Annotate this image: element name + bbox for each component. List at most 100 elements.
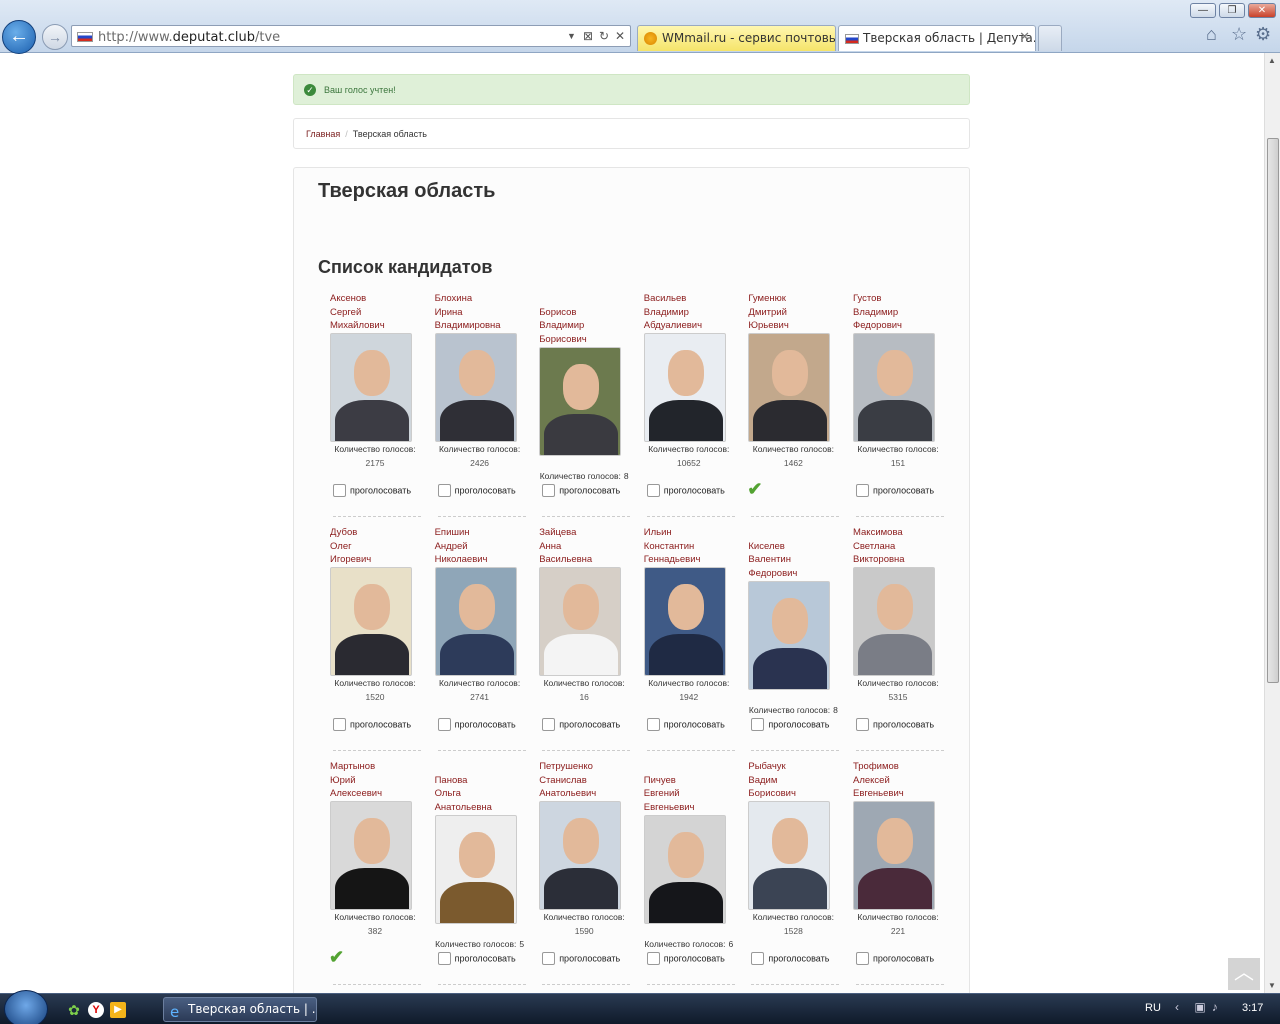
close-window-button[interactable]: ✕ [1248, 3, 1276, 18]
candidate-photo[interactable] [539, 801, 622, 910]
start-button[interactable] [4, 990, 48, 1024]
vote-checkbox[interactable]: проголосовать [751, 718, 829, 731]
candidate-photo[interactable] [748, 580, 831, 690]
candidate-name-link[interactable]: Борисов Владимир Борисович [539, 306, 634, 347]
vote-checkbox[interactable]: проголосовать [542, 484, 620, 497]
candidate-photo[interactable] [330, 801, 412, 910]
vote-checkbox[interactable]: проголосовать [856, 484, 934, 497]
checkbox[interactable] [751, 952, 765, 965]
candidate-name-link[interactable]: Блохина Ирина Владимировна [435, 292, 530, 333]
checkbox[interactable] [437, 484, 451, 497]
vote-checkbox[interactable]: проголосовать [646, 952, 725, 965]
candidate-name-link[interactable]: Пичуев Евгений Евгеньевич [644, 774, 739, 815]
candidate-name-link[interactable]: Густов Владимир Федорович [853, 292, 948, 333]
network-icon[interactable]: ▣ [1194, 1000, 1211, 1014]
candidate-photo[interactable] [643, 567, 726, 676]
candidate-name-link[interactable]: Петрушенко Станислав Анатольевич [539, 760, 634, 801]
vote-checkbox[interactable]: проголосовать [646, 718, 725, 731]
checkbox[interactable] [646, 718, 660, 731]
vote-checkbox[interactable]: проголосовать [751, 952, 829, 965]
vote-checkbox[interactable]: проголосовать [542, 952, 620, 965]
candidate-name-link[interactable]: Мартынов Юрий Алексеевич [330, 760, 425, 801]
candidate-name-link[interactable]: Киселев Валентин Федорович [748, 540, 843, 581]
vote-checkbox[interactable]: проголосовать [856, 718, 934, 731]
scroll-to-top-button[interactable]: ︿ [1228, 958, 1260, 990]
vote-checkbox[interactable]: проголосовать [437, 952, 516, 965]
icq-icon[interactable]: ✿ [66, 1002, 82, 1018]
candidate-name-link[interactable]: Рыбачук Вадим Борисович [748, 760, 843, 801]
vote-checkbox[interactable]: проголосовать [333, 718, 411, 731]
favorites-star-icon[interactable]: ☆ [1231, 24, 1247, 45]
candidate-photo[interactable] [434, 333, 517, 442]
candidate-name-link[interactable]: Гуменюк Дмитрий Юрьевич [748, 292, 843, 333]
candidate-photo[interactable] [434, 814, 517, 924]
candidate-photo[interactable] [643, 814, 726, 924]
vote-checkbox[interactable]: проголосовать [333, 484, 411, 497]
checkbox[interactable] [542, 484, 556, 497]
vote-checkbox[interactable]: проголосовать [856, 952, 934, 965]
taskbar-ie-window[interactable]: e Тверская область | ... [163, 997, 317, 1022]
tray-icons[interactable]: ‹ ▣♪ [1175, 1000, 1224, 1014]
gear-icon[interactable]: ⚙ [1255, 24, 1271, 45]
address-bar[interactable]: http://www.deputat.club/tve ▼ ⊠ ↻ ✕ [71, 25, 631, 47]
tab-tver-region[interactable]: Тверская область | Депута... ✕ [838, 25, 1036, 51]
candidate-photo[interactable] [748, 333, 831, 442]
candidate-photo[interactable] [643, 333, 726, 442]
candidate-photo[interactable] [539, 567, 622, 676]
checkbox[interactable] [333, 484, 346, 497]
checkbox[interactable] [542, 952, 556, 965]
candidate-photo[interactable] [330, 333, 412, 442]
candidate-name-link[interactable]: Епишин Андрей Николаевич [435, 526, 530, 567]
media-player-icon[interactable]: ▶ [110, 1002, 126, 1018]
candidate-photo[interactable] [853, 333, 935, 442]
checkbox[interactable] [856, 484, 869, 497]
candidate-name-link[interactable]: Зайцева Анна Васильевна [539, 526, 634, 567]
checkbox[interactable] [333, 718, 346, 731]
close-tab-icon[interactable]: ✕ [1019, 26, 1030, 50]
candidate-name-link[interactable]: Васильев Владимир Абдуалиевич [644, 292, 739, 333]
yandex-icon[interactable]: Y [88, 1002, 104, 1018]
compat-view-icon[interactable]: ⊠ [583, 29, 593, 43]
breadcrumb-home-link[interactable]: Главная [306, 129, 340, 139]
minimize-button[interactable]: — [1190, 3, 1216, 18]
candidate-name-link[interactable]: Панова Ольга Анатольевна [435, 774, 530, 815]
scroll-up-icon[interactable]: ▲ [1268, 56, 1276, 65]
checkbox[interactable] [542, 718, 556, 731]
candidate-photo[interactable] [853, 567, 935, 676]
candidate-name-link[interactable]: Аксенов Сергей Михайлович [330, 292, 425, 333]
scroll-thumb[interactable] [1267, 138, 1279, 683]
candidate-photo[interactable] [853, 801, 935, 910]
checkbox[interactable] [646, 952, 660, 965]
dropdown-arrow-icon[interactable]: ▼ [567, 31, 576, 41]
candidate-photo[interactable] [539, 346, 622, 456]
candidate-photo[interactable] [330, 567, 412, 676]
checkbox[interactable] [437, 718, 451, 731]
url-text[interactable]: http://www.deputat.club/tve [98, 30, 280, 45]
candidate-name-link[interactable]: Ильин Константин Геннадьевич [644, 526, 739, 567]
candidate-name-link[interactable]: Трофимов Алексей Евгеньевич [853, 760, 948, 801]
clock[interactable]: 3:17 [1242, 1002, 1263, 1014]
back-button[interactable]: ← [2, 20, 36, 54]
checkbox[interactable] [856, 952, 869, 965]
stop-icon[interactable]: ✕ [615, 29, 625, 43]
forward-button[interactable]: → [42, 24, 68, 50]
checkbox[interactable] [437, 952, 451, 965]
candidate-name-link[interactable]: Максимова Светлана Викторовна [853, 526, 948, 567]
vote-checkbox[interactable]: проголосовать [542, 718, 620, 731]
home-icon[interactable]: ⌂ [1206, 24, 1217, 45]
language-indicator[interactable]: RU [1145, 1002, 1161, 1014]
checkbox[interactable] [751, 718, 765, 731]
volume-icon[interactable]: ♪ [1212, 1000, 1224, 1014]
vote-checkbox[interactable]: проголосовать [437, 484, 516, 497]
vote-checkbox[interactable]: проголосовать [646, 484, 725, 497]
vote-checkbox[interactable]: проголосовать [437, 718, 516, 731]
tab-wmmail[interactable]: WMmail.ru - сервис почтовы... [637, 25, 836, 51]
new-tab-button[interactable] [1038, 25, 1062, 51]
scroll-down-icon[interactable]: ▼ [1268, 981, 1276, 990]
page-scrollbar[interactable]: ▲ ▼ [1264, 53, 1280, 993]
checkbox[interactable] [856, 718, 869, 731]
candidate-photo[interactable] [748, 801, 831, 910]
refresh-icon[interactable]: ↻ [599, 29, 609, 43]
tray-expand-icon[interactable]: ‹ [1175, 1000, 1185, 1014]
candidate-name-link[interactable]: Дубов Олег Игоревич [330, 526, 425, 567]
